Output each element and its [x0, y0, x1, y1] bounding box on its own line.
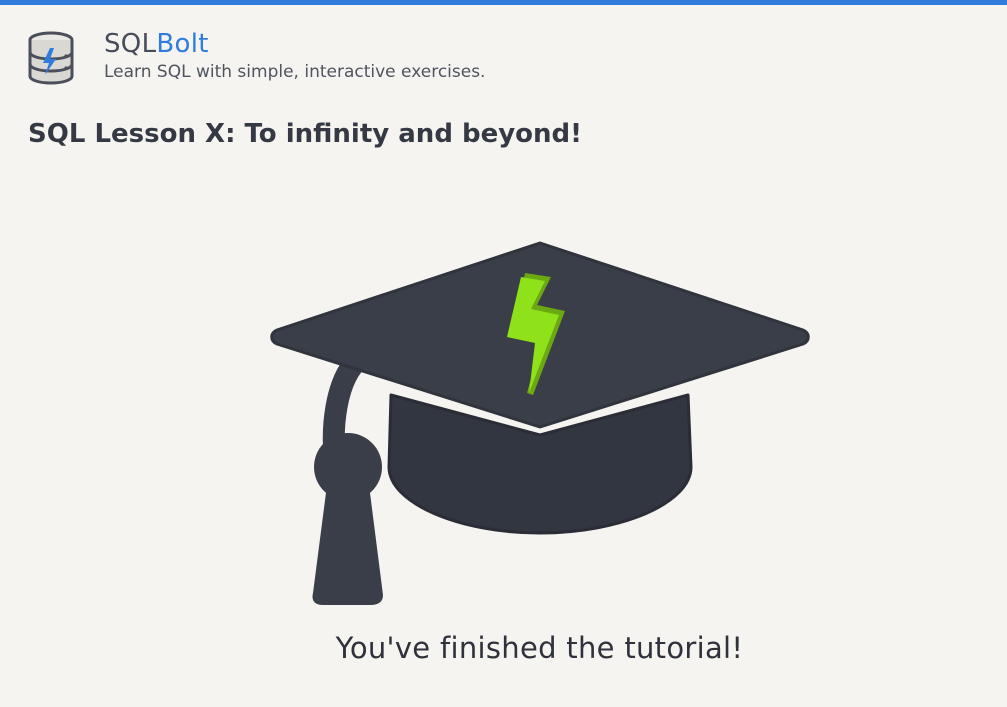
brand-block: SQLBolt Learn SQL with simple, interacti…	[104, 30, 485, 82]
lesson-title: SQL Lesson X: To infinity and beyond!	[28, 119, 583, 149]
database-logo-icon[interactable]	[26, 30, 76, 86]
brand-name[interactable]: SQLBolt	[104, 30, 485, 58]
site-header: SQLBolt Learn SQL with simple, interacti…	[26, 30, 485, 86]
brand-tagline: Learn SQL with simple, interactive exerc…	[104, 62, 486, 82]
completion-message: You've finished the tutorial!	[335, 631, 744, 665]
graduation-cap-icon	[265, 235, 815, 610]
brand-name-suffix: Bolt	[156, 29, 209, 59]
brand-name-prefix: SQL	[104, 29, 157, 59]
top-accent-bar	[0, 0, 1007, 5]
